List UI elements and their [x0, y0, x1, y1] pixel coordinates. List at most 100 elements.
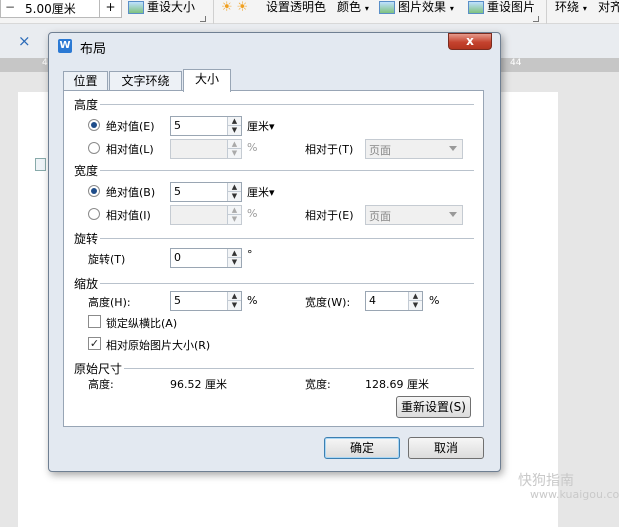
height-relative-to-select[interactable]: 页面	[365, 139, 463, 159]
tab-text-wrap[interactable]: 文字环绕	[109, 71, 182, 91]
width-relative-label: 相对值(I)	[106, 209, 151, 222]
original-size-section-title: 原始尺寸	[74, 362, 123, 376]
dialog-launcher-icon[interactable]	[533, 16, 539, 22]
scale-height-stepper[interactable]: 5 ▲ ▼	[170, 291, 242, 311]
spin-down-icon[interactable]: ▼	[228, 126, 241, 135]
scale-section-title: 缩放	[74, 277, 99, 291]
lock-aspect-ratio-label: 锁定纵横比(A)	[106, 317, 178, 330]
wps-logo-icon: W	[58, 39, 72, 53]
stepper-arrows: ▲ ▼	[227, 140, 241, 158]
width-relative-stepper[interactable]: ▲ ▼	[170, 205, 242, 225]
lock-aspect-ratio-checkbox[interactable]	[88, 315, 101, 328]
chevron-down-icon: ▾	[582, 4, 587, 13]
section-divider	[100, 104, 474, 105]
picture-icon	[128, 1, 144, 14]
spin-up-icon[interactable]: ▲	[228, 183, 241, 192]
rotation-label: 旋转(T)	[88, 253, 126, 266]
width-absolute-input[interactable]: 5	[174, 185, 181, 198]
reset-size-button[interactable]: 重设大小	[128, 0, 195, 20]
spin-up-icon[interactable]: ▲	[228, 292, 241, 301]
watermark-url: www.kuaigou.com	[530, 488, 619, 501]
wrap-label: 环绕	[555, 0, 580, 14]
height-absolute-input[interactable]: 5	[174, 119, 181, 132]
close-button[interactable]: x	[448, 33, 492, 50]
reset-button[interactable]: 重新设置(S)	[396, 396, 471, 418]
rotation-section-title: 旋转	[74, 232, 99, 246]
picture-effect-button[interactable]: 图片效果 ▾	[379, 0, 454, 20]
stepper-arrows: ▲ ▼	[227, 206, 241, 224]
watermark: 快狗指南 www.kuaigou.com	[518, 470, 619, 501]
rotation-unit: °	[247, 248, 253, 261]
height-absolute-stepper[interactable]: 5 ▲ ▼	[170, 116, 242, 136]
ruler-label-left: 4	[42, 58, 48, 68]
spin-up-icon[interactable]: ▲	[228, 117, 241, 126]
stepper-arrows: ▲ ▼	[408, 292, 422, 310]
spin-up-icon[interactable]: ▲	[228, 140, 241, 149]
dialog-launcher-icon[interactable]	[200, 16, 206, 22]
original-height-label: 高度:	[88, 378, 114, 391]
stepper-arrows: ▲ ▼	[227, 117, 241, 135]
width-absolute-label: 绝对值(B)	[106, 186, 156, 199]
height-relative-stepper[interactable]: ▲ ▼	[170, 139, 242, 159]
scale-width-input[interactable]: 4	[369, 294, 376, 307]
spin-down-icon[interactable]: ▼	[228, 258, 241, 267]
reset-size-label: 重设大小	[147, 0, 196, 14]
layout-dialog: W 布局 x 位置 文字环绕 大小 高度 绝对值(E) 5 ▲ ▼ 厘米▾ 相对值…	[48, 32, 501, 472]
tab-size[interactable]: 大小	[183, 69, 231, 92]
width-relative-to-value: 页面	[369, 210, 391, 223]
tab-position[interactable]: 位置	[63, 71, 108, 91]
height-relative-unit: %	[247, 141, 258, 154]
width-unit-dropdown[interactable]: 厘米▾	[247, 184, 275, 200]
color-label: 颜色	[337, 0, 362, 14]
ok-button[interactable]: 确定	[324, 437, 400, 459]
rotation-input[interactable]: 0	[174, 251, 181, 264]
section-divider	[100, 170, 474, 171]
picture-icon	[468, 1, 484, 14]
close-tab-icon[interactable]: ×	[18, 32, 31, 50]
color-button[interactable]: 颜色 ▾	[337, 0, 369, 20]
scale-width-unit: %	[429, 294, 440, 307]
wrap-button[interactable]: 环绕 ▾	[555, 0, 587, 20]
original-width-label: 宽度:	[305, 378, 331, 391]
scale-height-input[interactable]: 5	[174, 294, 181, 307]
width-section-title: 宽度	[74, 164, 99, 178]
relative-original-size-checkbox[interactable]: ✓	[88, 337, 101, 350]
spin-up-icon[interactable]: ▲	[228, 249, 241, 258]
width-relative-radio[interactable]	[88, 208, 100, 220]
decrease-size-button[interactable]: −	[5, 0, 15, 14]
sun-icon-2: ☀	[236, 0, 249, 15]
sun-icon: ☀	[221, 0, 233, 15]
original-width-value: 128.69 厘米	[365, 378, 429, 391]
spin-down-icon[interactable]: ▼	[228, 192, 241, 201]
size-input[interactable]: 5.00厘米	[25, 0, 76, 17]
brightness-button[interactable]: ☀ ☀	[221, 0, 248, 20]
cancel-button[interactable]: 取消	[408, 437, 484, 459]
watermark-brand: 快狗指南	[518, 473, 574, 489]
spin-down-icon[interactable]: ▼	[228, 215, 241, 224]
spin-up-icon[interactable]: ▲	[228, 206, 241, 215]
section-divider	[100, 238, 474, 239]
spin-up-icon[interactable]: ▲	[409, 292, 422, 301]
spin-down-icon[interactable]: ▼	[228, 301, 241, 310]
reset-picture-button[interactable]: 重设图片	[468, 0, 535, 20]
size-stepper[interactable]: − 5.00厘米 +	[0, 0, 122, 18]
height-relative-label: 相对值(L)	[106, 143, 154, 156]
rotation-stepper[interactable]: 0 ▲ ▼	[170, 248, 242, 268]
chevron-down-icon	[449, 146, 457, 151]
height-unit-dropdown[interactable]: 厘米▾	[247, 118, 275, 134]
height-relative-radio[interactable]	[88, 142, 100, 154]
scale-width-stepper[interactable]: 4 ▲ ▼	[365, 291, 423, 311]
align-button[interactable]: 对齐	[598, 0, 619, 20]
width-absolute-radio[interactable]	[88, 185, 100, 197]
spin-down-icon[interactable]: ▼	[228, 149, 241, 158]
chevron-down-icon: ▾	[449, 4, 454, 13]
height-absolute-radio[interactable]	[88, 119, 100, 131]
set-transparent-button[interactable]: 设置透明色	[266, 0, 326, 20]
width-relative-to-select[interactable]: 页面	[365, 205, 463, 225]
chevron-down-icon	[449, 212, 457, 217]
width-absolute-stepper[interactable]: 5 ▲ ▼	[170, 182, 242, 202]
spin-down-icon[interactable]: ▼	[409, 301, 422, 310]
increase-size-button[interactable]: +	[99, 0, 121, 18]
divider	[546, 0, 547, 24]
dialog-titlebar[interactable]: W 布局 x	[49, 33, 500, 59]
